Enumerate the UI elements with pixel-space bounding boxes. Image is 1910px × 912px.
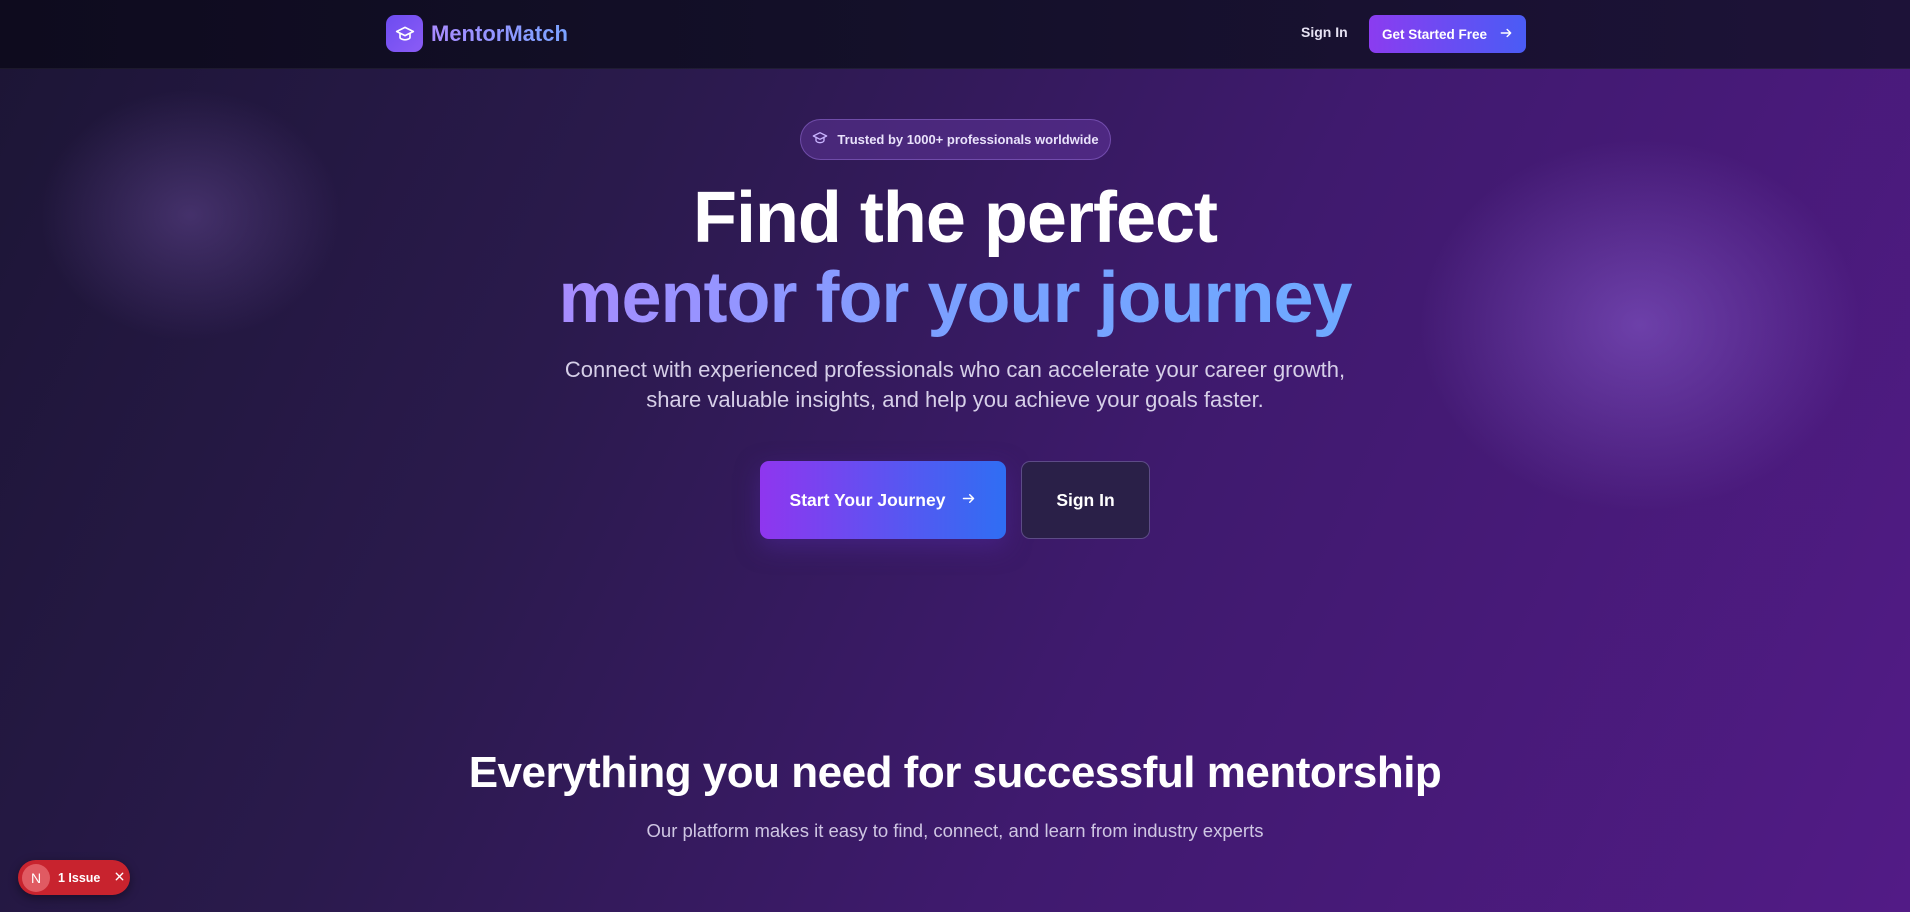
issue-count-label: 1 Issue xyxy=(58,870,101,885)
graduation-cap-icon xyxy=(812,130,828,149)
hero-headline: Find the perfect mentor for your journey xyxy=(0,178,1910,338)
arrow-right-icon xyxy=(961,490,976,511)
close-icon[interactable] xyxy=(114,869,125,886)
get-started-free-button[interactable]: Get Started Free xyxy=(1369,15,1526,53)
brand-logo-link[interactable]: MentorMatch xyxy=(386,15,568,52)
hero-sign-in-label: Sign In xyxy=(1056,489,1115,510)
dev-issues-indicator[interactable]: N 1 Issue xyxy=(18,860,130,895)
hero-subtext: Connect with experienced professionals w… xyxy=(564,357,1346,412)
nextjs-logo-icon: N xyxy=(22,863,50,892)
start-your-journey-label: Start Your Journey xyxy=(789,489,946,510)
top-navbar: MentorMatch Sign In Get Started Free xyxy=(0,0,1910,69)
arrow-right-icon xyxy=(1499,26,1513,43)
graduation-cap-icon xyxy=(386,15,423,52)
features-section-title: Everything you need for successful mento… xyxy=(468,748,1442,797)
hero-sign-in-button[interactable]: Sign In xyxy=(1021,461,1150,539)
hero-headline-line1: Find the perfect xyxy=(692,178,1218,258)
trusted-badge: Trusted by 1000+ professionals worldwide xyxy=(800,119,1111,160)
features-section-subtitle: Our platform makes it easy to find, conn… xyxy=(646,820,1264,841)
trusted-badge-text: Trusted by 1000+ professionals worldwide xyxy=(837,132,1099,147)
nav-sign-in-link[interactable]: Sign In xyxy=(1301,24,1348,40)
start-your-journey-button[interactable]: Start Your Journey xyxy=(760,461,1006,539)
brand-name: MentorMatch xyxy=(431,20,568,46)
hero-headline-line2: mentor for your journey xyxy=(558,258,1352,338)
get-started-free-label: Get Started Free xyxy=(1381,26,1488,42)
